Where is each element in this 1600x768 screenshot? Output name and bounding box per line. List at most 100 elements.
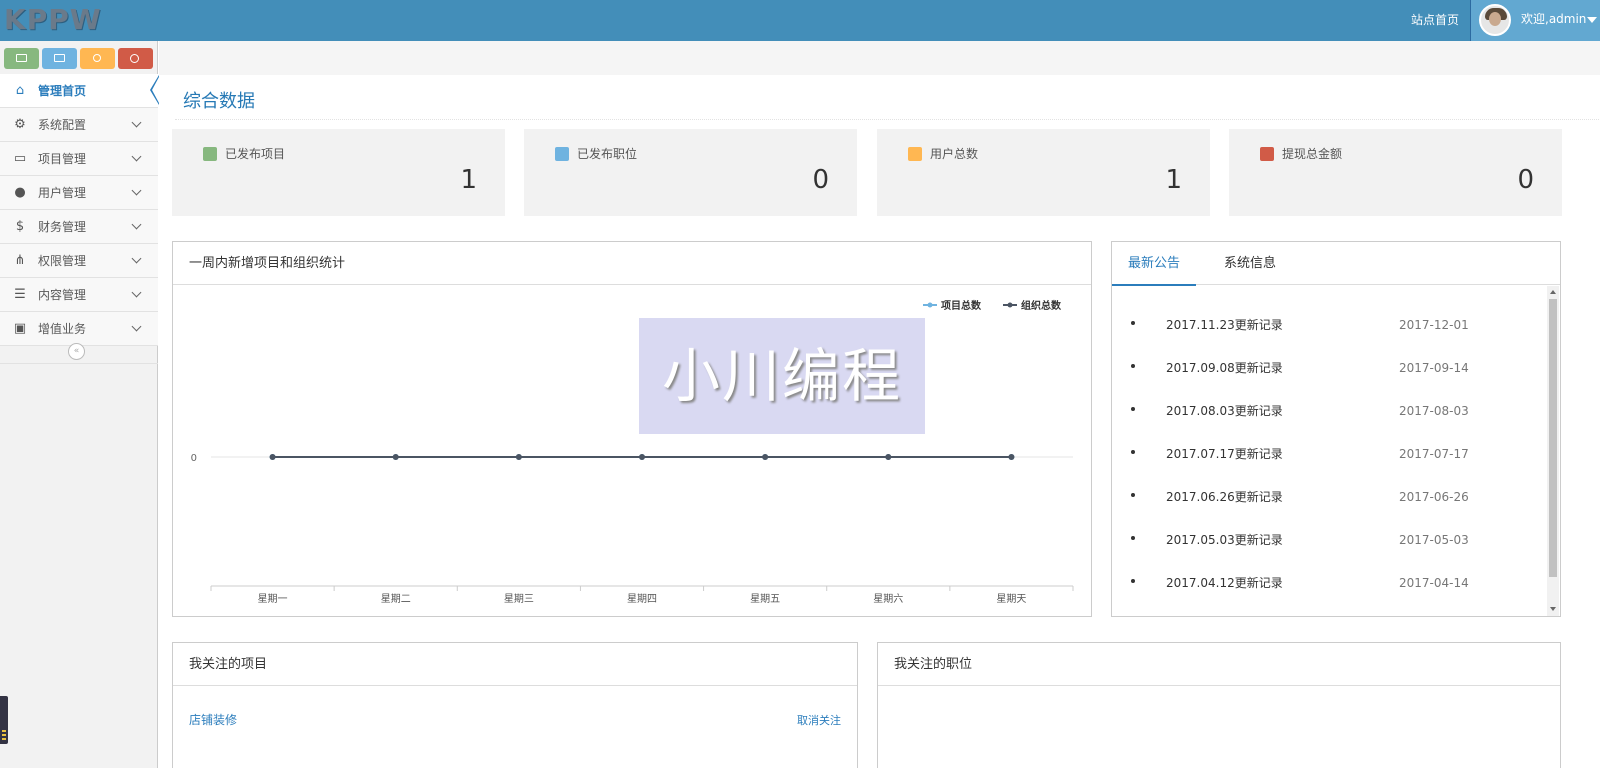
scroll-thumb[interactable]: [1549, 299, 1557, 577]
announcement-date: 2017-09-14: [1399, 361, 1469, 375]
dollar-icon: $: [15, 219, 25, 234]
stat-label: 用户总数: [930, 147, 979, 161]
announcement-title[interactable]: 2017.06.26更新记录: [1166, 477, 1283, 517]
scroll-up-icon[interactable]: [1550, 290, 1556, 294]
announcement-title[interactable]: 2017.08.03更新记录: [1166, 391, 1283, 431]
x-tick-label: 星期三: [504, 593, 534, 605]
list-item[interactable]: 2017.06.26更新记录 2017-06-26: [1112, 477, 1548, 520]
announcement-date: 2017-06-26: [1399, 490, 1469, 504]
panel-header: 我关注的项目: [173, 643, 857, 686]
logo[interactable]: KPPW: [4, 4, 102, 36]
cogs-icon: [130, 54, 139, 63]
unfollow-button[interactable]: 取消关注: [797, 712, 841, 728]
data-point: [762, 454, 769, 460]
shortcut-camera-button[interactable]: [42, 48, 77, 69]
tab-system-info[interactable]: 系统信息: [1208, 242, 1292, 285]
avatar[interactable]: [1479, 4, 1511, 36]
shortcut-monitor-button[interactable]: [4, 48, 39, 69]
user-icon: [93, 54, 101, 62]
top-navbar: KPPW 站点首页 欢迎,admin: [0, 0, 1600, 41]
list-icon: ☰: [14, 287, 26, 302]
x-tick-label: 星期四: [627, 593, 657, 605]
sidebar-item-system-config[interactable]: ⚙ 系统配置: [0, 108, 158, 142]
announcement-title[interactable]: 2017.07.17更新记录: [1166, 434, 1283, 474]
list-item[interactable]: 2017.09.08更新记录 2017-09-14: [1112, 348, 1548, 391]
floating-widget[interactable]: [0, 696, 8, 744]
tab-latest-notices[interactable]: 最新公告: [1112, 242, 1197, 286]
active-marker-inner: [152, 77, 159, 103]
list-item[interactable]: 2017.07.17更新记录 2017-07-17: [1112, 434, 1548, 477]
stat-label: 提现总金额: [1282, 147, 1343, 161]
sidebar-item-projects[interactable]: ▭ 项目管理: [0, 142, 158, 176]
x-tick-label: 星期五: [750, 593, 780, 605]
sidebar-item-label: 用户管理: [38, 186, 87, 200]
announcement-date: 2017-04-14: [1399, 576, 1469, 590]
sidebar-item-dashboard[interactable]: ⌂ 管理首页: [0, 74, 158, 108]
y-tick-label: 0: [191, 453, 197, 464]
stat-card-withdrawals: 提现总金额 0: [1229, 129, 1562, 216]
caret-down-icon[interactable]: [1587, 17, 1597, 23]
list-item[interactable]: 2017.05.03更新记录 2017-05-03: [1112, 520, 1548, 563]
panel-header: 我关注的职位: [878, 643, 1560, 686]
sidebar-item-content[interactable]: ☰ 内容管理: [0, 278, 158, 312]
x-tick-label: 星期一: [258, 593, 288, 605]
sidebar-item-label: 系统配置: [38, 118, 87, 132]
legend-marker: [1007, 302, 1013, 308]
sidebar-item-label: 项目管理: [38, 152, 87, 166]
user-menu[interactable]: 欢迎,admin: [1470, 0, 1600, 41]
panel-title: 我关注的职位: [894, 657, 973, 672]
sidebar: ⌂ 管理首页 ⚙ 系统配置 ▭ 项目管理 ● 用户管理 $ 财务管理 ⋔ 权限管…: [0, 41, 159, 768]
main-content: 综合数据 已发布项目 1 已发布职位 0 用户总数 1 提现总金额 0 一周内新…: [159, 41, 1600, 768]
panel-title: 一周内新增项目和组织统计: [189, 256, 346, 271]
announcement-date: 2017-07-17: [1399, 447, 1469, 461]
announcement-title[interactable]: 2017.04.12更新记录: [1166, 563, 1283, 603]
panel-header: 一周内新增项目和组织统计: [173, 242, 1091, 285]
gear-icon: ⚙: [14, 117, 26, 132]
data-point: [269, 454, 276, 460]
chevron-down-icon: [131, 151, 142, 162]
group-icon: [908, 147, 922, 161]
camera-icon: [54, 54, 65, 62]
sidebar-item-permissions[interactable]: ⋔ 权限管理: [0, 244, 158, 278]
scrollbar[interactable]: [1547, 286, 1559, 616]
legend-label: 项目总数: [941, 299, 982, 312]
sidebar-item-finance[interactable]: $ 财务管理: [0, 210, 158, 244]
copy-icon: [203, 147, 217, 161]
sidebar-item-users[interactable]: ● 用户管理: [0, 176, 158, 210]
announcement-date: 2017-12-01: [1399, 318, 1469, 332]
line-chart: 0 星期一 星期二 星期三 星期四 星期五 星期六 星期天 项目总数 组织总数: [191, 299, 1074, 605]
announcement-date: 2017-05-03: [1399, 533, 1469, 547]
stat-value: 1: [1165, 165, 1182, 195]
data-point: [639, 454, 645, 460]
page-title: 综合数据: [183, 91, 255, 112]
followed-projects-panel: 我关注的项目 店铺装修 取消关注: [172, 642, 858, 768]
chevron-down-icon: [131, 253, 142, 264]
shortcut-cogs-button[interactable]: [118, 48, 153, 69]
collapse-sidebar-button[interactable]: «: [68, 343, 85, 360]
announcement-title[interactable]: 2017.11.23更新记录: [1166, 305, 1283, 345]
followed-project-link[interactable]: 店铺装修: [189, 711, 237, 728]
shortcut-user-button[interactable]: [80, 48, 115, 69]
scroll-down-icon[interactable]: [1550, 607, 1556, 611]
panel-title: 我关注的项目: [189, 657, 268, 672]
sidebar-item-label: 内容管理: [38, 288, 87, 302]
data-point: [392, 454, 399, 460]
chevron-down-icon: [131, 219, 142, 230]
monitor-icon: [16, 54, 27, 62]
followed-jobs-panel: 我关注的职位: [877, 642, 1561, 768]
site-home-link[interactable]: 站点首页: [1411, 0, 1459, 41]
stat-card-users: 用户总数 1: [877, 129, 1210, 216]
announcement-title[interactable]: 2017.05.03更新记录: [1166, 520, 1283, 560]
announcement-title[interactable]: 2017.09.08更新记录: [1166, 348, 1283, 388]
data-point: [885, 454, 892, 460]
stat-card-projects: 已发布项目 1: [172, 129, 505, 216]
sidebar-collapse-bar: «: [0, 340, 158, 364]
x-tick-label: 星期二: [381, 593, 411, 605]
data-point: [1008, 454, 1015, 460]
list-item[interactable]: 2017.08.03更新记录 2017-08-03: [1112, 391, 1548, 434]
list-item[interactable]: 2017.11.23更新记录 2017-12-01: [1112, 305, 1548, 348]
stat-card-jobs: 已发布职位 0: [524, 129, 857, 216]
list-item[interactable]: 2017.04.12更新记录 2017-04-14: [1112, 563, 1548, 606]
chevron-down-icon: [131, 321, 142, 332]
weekly-stats-panel: 一周内新增项目和组织统计 0 星期一 星期二 星期三 星期四 星期五 星期六 星期天 项目总数 组…: [172, 241, 1092, 617]
